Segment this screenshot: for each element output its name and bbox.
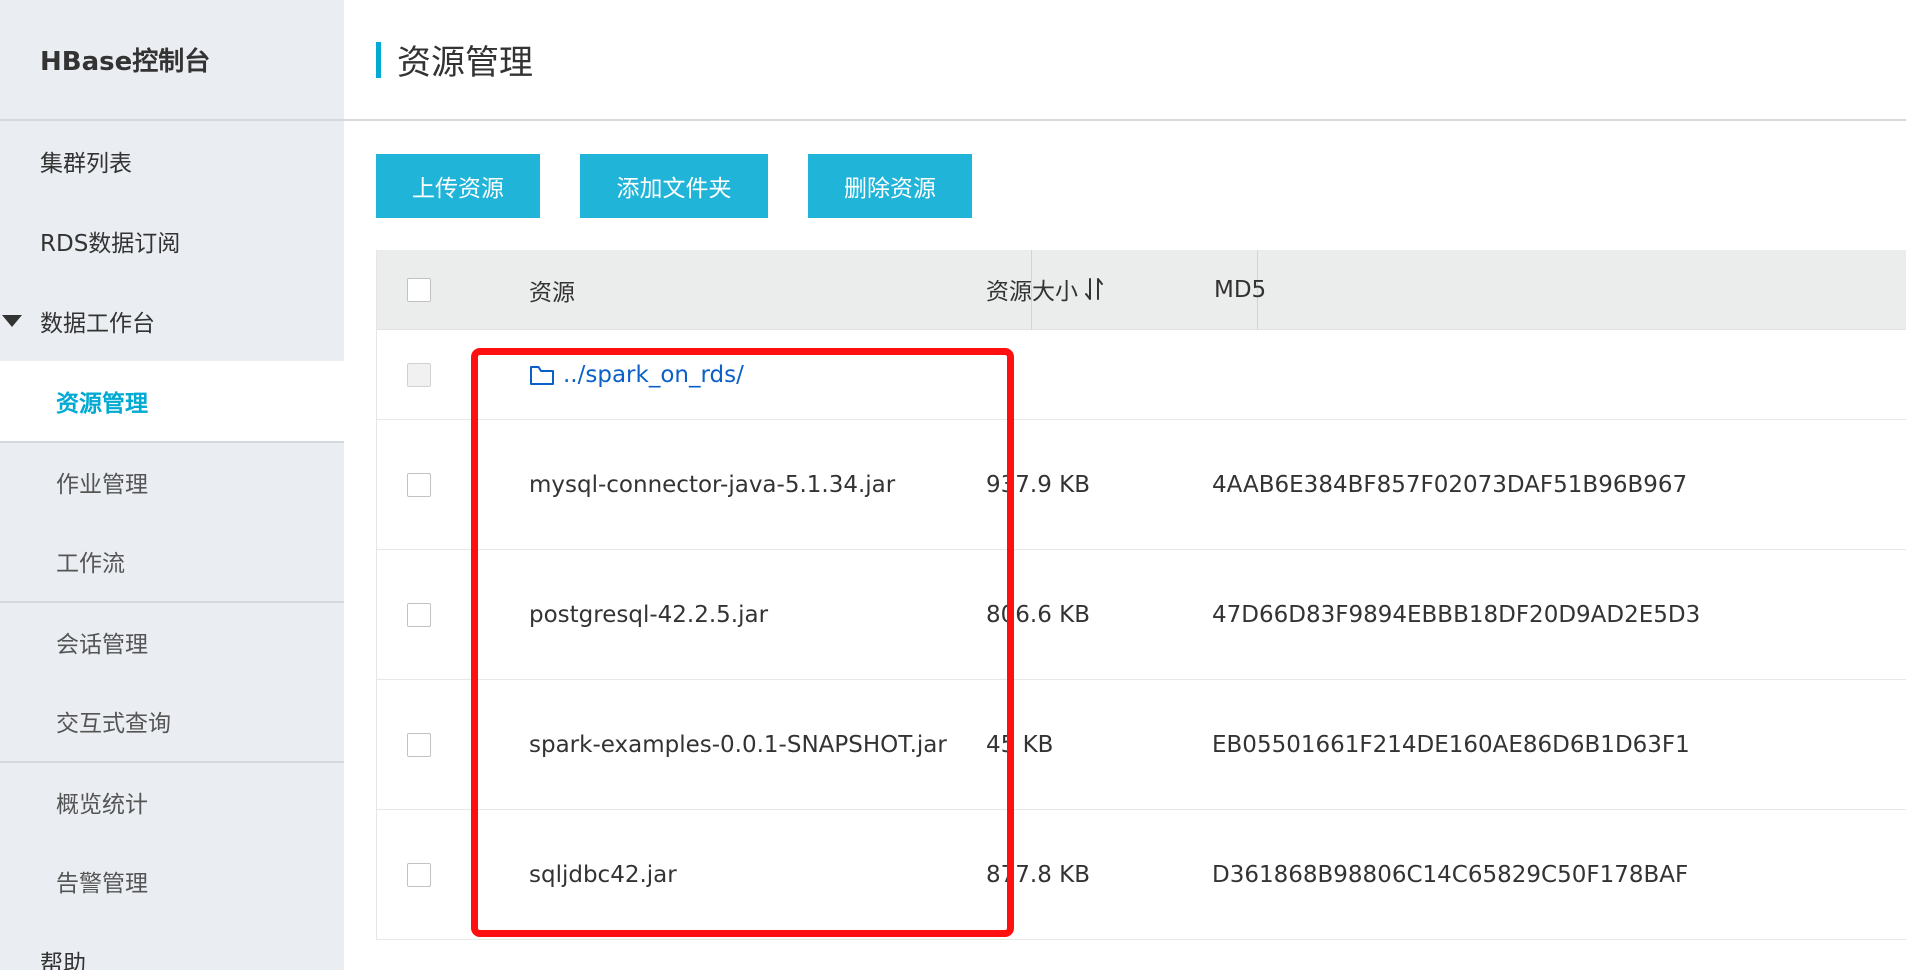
table-row: postgresql-42.2.5.jar 806.6 KB 47D66D83F… (377, 550, 1906, 680)
row-checkbox[interactable] (407, 732, 431, 757)
sidebar-item-label: 会话管理 (56, 632, 148, 658)
sidebar-item-label: 交互式查询 (56, 711, 171, 737)
row-checkbox[interactable] (407, 602, 431, 627)
folder-icon (529, 364, 555, 386)
sidebar-item-label: 工作流 (56, 551, 125, 577)
sidebar-item-label: 帮助 (40, 951, 86, 970)
sidebar-item-label: 集群列表 (40, 151, 132, 177)
sidebar-item-session-management[interactable]: 会话管理 (0, 601, 344, 681)
resource-name: sqljdbc42.jar (529, 861, 677, 888)
sidebar-item-alert-management[interactable]: 告警管理 (0, 841, 344, 921)
select-all-checkbox[interactable] (407, 277, 431, 302)
resource-name: postgresql-42.2.5.jar (529, 601, 769, 628)
table-row: mysql-connector-java-5.1.34.jar 937.9 KB… (377, 420, 1906, 550)
column-header-size-label: 资源大小 (986, 278, 1078, 305)
row-checkbox[interactable] (407, 472, 431, 497)
resource-md5: 47D66D83F9894EBBB18DF20D9AD2E5D3 (1212, 601, 1701, 628)
resource-size: 45 KB (986, 731, 1054, 758)
resource-table: 资源 资源大小 MD5 ../spark_on_rds/ mysql-conne… (376, 250, 1906, 940)
sidebar-item-job-management[interactable]: 作业管理 (0, 441, 344, 521)
sidebar-item-interactive-query[interactable]: 交互式查询 (0, 681, 344, 761)
add-folder-button[interactable]: 添加文件夹 (580, 154, 768, 218)
resource-size: 937.9 KB (986, 471, 1091, 498)
table-row: spark-examples-0.0.1-SNAPSHOT.jar 45 KB … (377, 680, 1906, 810)
sidebar-item-label: 资源管理 (56, 391, 148, 417)
resource-name: mysql-connector-java-5.1.34.jar (529, 471, 896, 498)
table-row: sqljdbc42.jar 877.8 KB D361868B98806C14C… (377, 810, 1906, 940)
sidebar-item-resource-management[interactable]: 资源管理 (0, 361, 344, 441)
delete-resource-button[interactable]: 删除资源 (808, 154, 972, 218)
sidebar-item-rds-subscription[interactable]: RDS数据订阅 (0, 201, 344, 281)
resource-size: 877.8 KB (986, 861, 1091, 888)
table-row-parent-folder: ../spark_on_rds/ (377, 330, 1906, 420)
toolbar: 上传资源 添加文件夹 删除资源 (376, 154, 972, 218)
upload-resource-button[interactable]: 上传资源 (376, 154, 540, 218)
page-header: 资源管理 (344, 0, 1906, 121)
title-accent-bar (376, 41, 381, 78)
sidebar-item-help[interactable]: 帮助 (0, 921, 344, 970)
sidebar-item-label: 概览统计 (56, 792, 148, 818)
row-checkbox (407, 362, 431, 387)
sidebar-item-label: 数据工作台 (40, 311, 155, 337)
resource-size: 806.6 KB (986, 601, 1091, 628)
sidebar: HBase控制台 集群列表 RDS数据订阅 数据工作台 资源管理 作业管理 工作… (0, 0, 344, 970)
sidebar-item-overview-stats[interactable]: 概览统计 (0, 761, 344, 841)
resource-name: spark-examples-0.0.1-SNAPSHOT.jar (529, 731, 947, 758)
resource-md5: EB05501661F214DE160AE86D6B1D63F1 (1212, 731, 1690, 758)
caret-down-icon (2, 315, 22, 327)
app-title: HBase控制台 (0, 0, 344, 121)
table-header: 资源 资源大小 MD5 (377, 250, 1906, 330)
column-header-md5: MD5 (1214, 276, 1267, 303)
column-header-resource: 资源 (529, 279, 575, 306)
sidebar-item-label: RDS数据订阅 (40, 231, 181, 257)
resource-md5: D361868B98806C14C65829C50F178BAF (1212, 861, 1689, 888)
sidebar-item-label: 作业管理 (56, 472, 148, 498)
sort-icon[interactable] (1084, 277, 1104, 307)
sidebar-item-workflow[interactable]: 工作流 (0, 521, 344, 601)
sidebar-item-cluster-list[interactable]: 集群列表 (0, 121, 344, 201)
page-title: 资源管理 (397, 43, 533, 83)
sidebar-item-label: 告警管理 (56, 871, 148, 897)
resource-md5: 4AAB6E384BF857F02073DAF51B96B967 (1212, 471, 1688, 498)
sidebar-item-data-workbench[interactable]: 数据工作台 (0, 281, 344, 361)
row-checkbox[interactable] (407, 862, 431, 887)
parent-folder-link[interactable]: ../spark_on_rds/ (529, 362, 744, 388)
main-content: 资源管理 上传资源 添加文件夹 删除资源 资源 资源大小 MD5 ../spar… (344, 0, 1906, 970)
parent-folder-label: ../spark_on_rds/ (563, 361, 744, 388)
column-header-size[interactable]: 资源大小 (986, 272, 1104, 308)
